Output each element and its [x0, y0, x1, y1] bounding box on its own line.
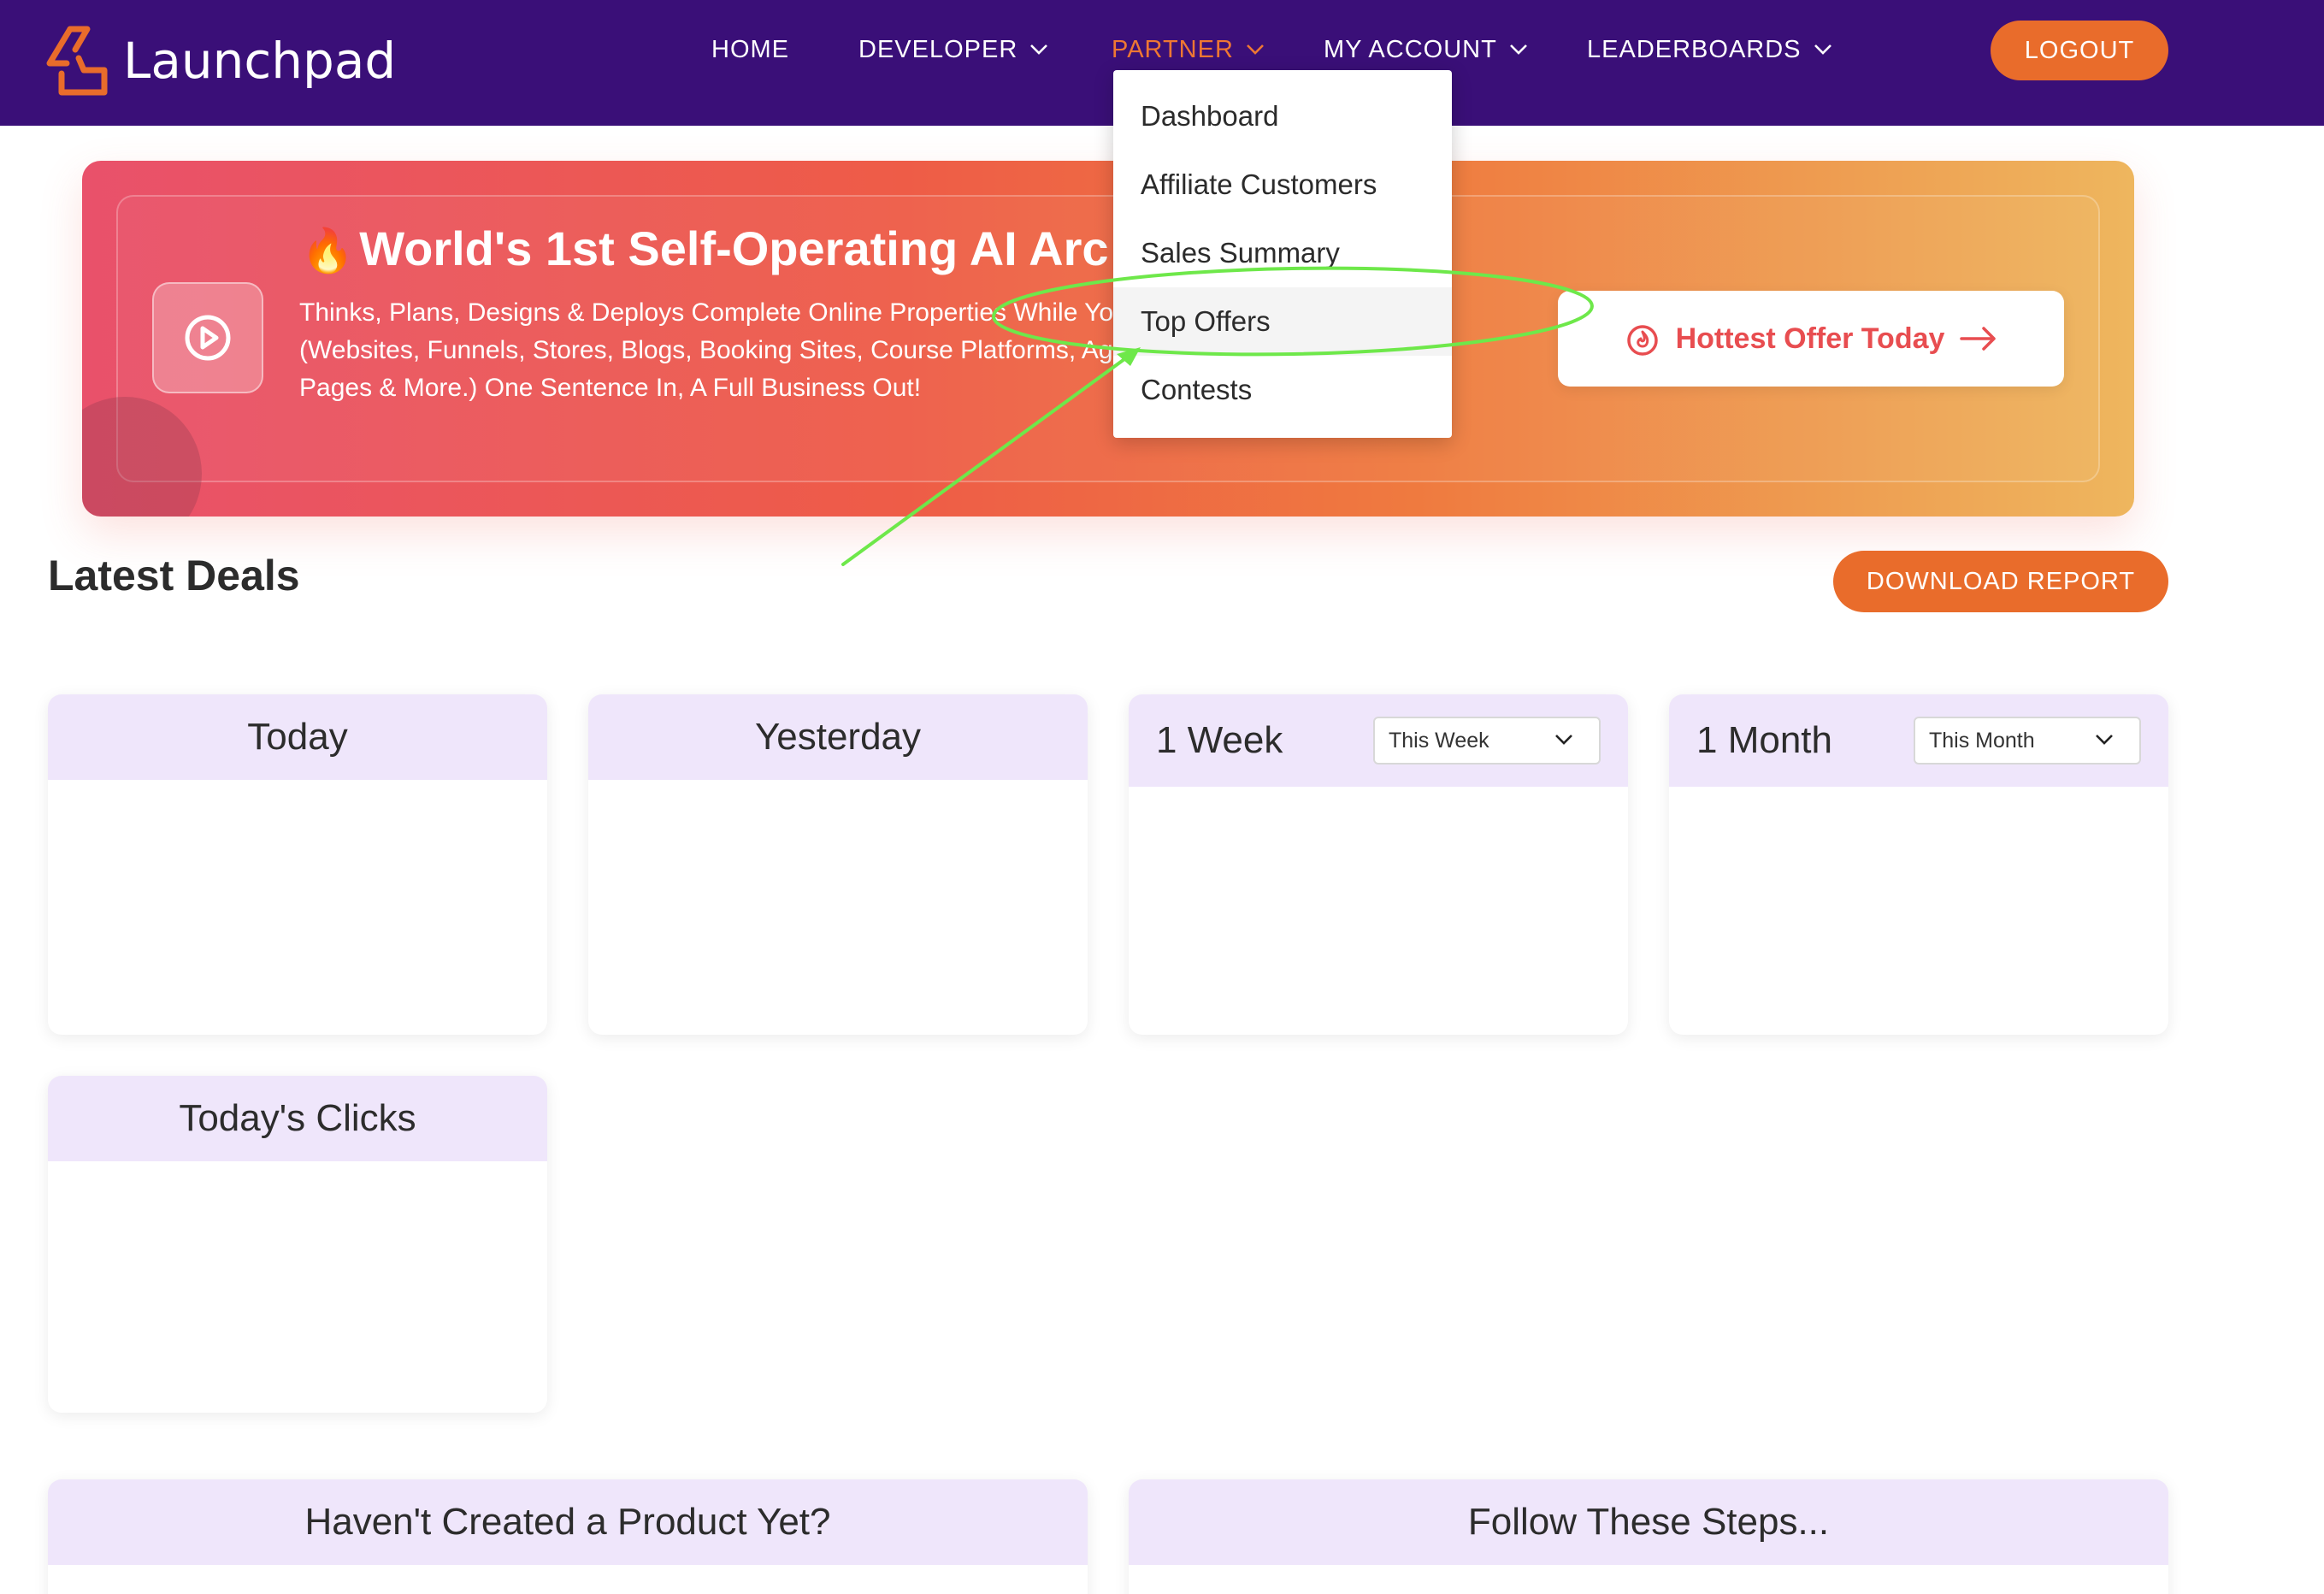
week-card-title: 1 Week	[1156, 719, 1283, 761]
chevron-down-icon	[1555, 735, 1572, 745]
chevron-down-icon	[1509, 44, 1527, 55]
week-period-select[interactable]: This Week	[1373, 717, 1601, 765]
nav-my-account-label: MY ACCOUNT	[1324, 35, 1497, 63]
today-card: Today	[48, 694, 547, 1035]
nav-developer-label: DEVELOPER	[858, 35, 1018, 63]
yesterday-card-title: Yesterday	[588, 694, 1088, 780]
hottest-offer-label: Hottest Offer Today	[1675, 322, 1945, 355]
nav-partner-label: PARTNER	[1112, 35, 1234, 63]
chevron-down-icon	[1030, 44, 1048, 55]
todays-clicks-title: Today's Clicks	[48, 1076, 547, 1161]
menu-item-top-offers[interactable]: Top Offers	[1113, 287, 1452, 356]
month-period-select[interactable]: This Month	[1914, 717, 2141, 765]
promo-banner: 🔥 World's 1st Self-Operating AI Arc Think…	[82, 161, 2134, 517]
brand-logo[interactable]: Launchpad	[44, 24, 396, 97]
partner-dropdown-menu: Dashboard Affiliate Customers Sales Summ…	[1113, 70, 1452, 438]
nav-leaderboards-label: LEADERBOARDS	[1587, 35, 1802, 63]
banner-title-text: World's 1st Self-Operating AI Arc	[359, 221, 1109, 275]
chevron-down-icon	[1814, 44, 1831, 55]
nav-leaderboards[interactable]: LEADERBOARDS	[1587, 31, 1832, 68]
nav-partner[interactable]: PARTNER	[1112, 31, 1265, 68]
today-card-title: Today	[48, 694, 547, 780]
nav-home-label: HOME	[711, 35, 789, 63]
play-circle-icon	[185, 315, 231, 361]
latest-deals-title: Latest Deals	[48, 552, 300, 599]
download-report-button[interactable]: DOWNLOAD REPORT	[1833, 551, 2168, 612]
flame-icon	[1626, 325, 1658, 356]
logout-button[interactable]: LOGOUT	[1991, 21, 2168, 80]
menu-item-affiliate-customers[interactable]: Affiliate Customers	[1113, 151, 1452, 219]
brand-name: Launchpad	[123, 32, 397, 90]
todays-clicks-card: Today's Clicks	[48, 1076, 547, 1413]
follow-steps-title: Follow These Steps...	[1129, 1479, 2168, 1565]
chevron-down-icon	[1246, 44, 1264, 55]
month-card: 1 Month This Month	[1669, 694, 2168, 1035]
launchpad-logo-icon	[46, 26, 108, 96]
follow-steps-card: Follow These Steps...	[1129, 1479, 2168, 1594]
menu-item-contests[interactable]: Contests	[1113, 356, 1452, 424]
nav-home[interactable]: HOME	[711, 31, 789, 68]
menu-item-sales-summary[interactable]: Sales Summary	[1113, 219, 1452, 287]
video-play-button[interactable]	[152, 282, 263, 393]
create-product-title: Haven't Created a Product Yet?	[48, 1479, 1088, 1565]
nav-developer[interactable]: DEVELOPER	[858, 31, 1048, 68]
month-card-title: 1 Month	[1696, 719, 1832, 761]
menu-item-dashboard[interactable]: Dashboard	[1113, 82, 1452, 151]
banner-description: Thinks, Plans, Designs & Deploys Complet…	[299, 298, 1207, 402]
fire-emoji-icon: 🔥	[301, 227, 355, 275]
week-select-value: This Week	[1389, 728, 1489, 753]
week-card: 1 Week This Week	[1129, 694, 1628, 1035]
month-select-value: This Month	[1929, 728, 2035, 753]
banner-title: 🔥 World's 1st Self-Operating AI Arc	[301, 221, 1109, 276]
yesterday-card: Yesterday	[588, 694, 1088, 1035]
nav-my-account[interactable]: MY ACCOUNT	[1324, 31, 1528, 68]
hottest-offer-button[interactable]: Hottest Offer Today	[1558, 291, 2064, 387]
create-product-card: Haven't Created a Product Yet?	[48, 1479, 1088, 1594]
chevron-down-icon	[2096, 735, 2113, 745]
arrow-right-icon	[1960, 327, 1997, 351]
